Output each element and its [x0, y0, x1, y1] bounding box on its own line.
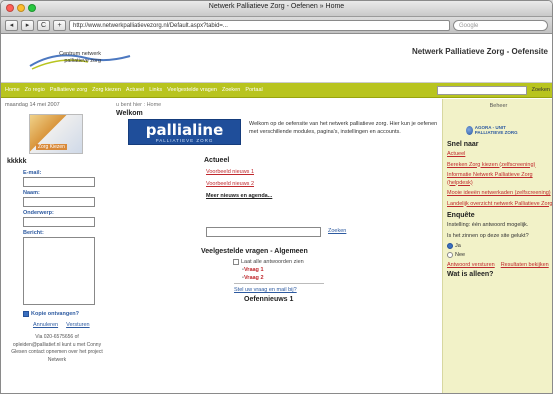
nav-zoeken[interactable]: Zoeken: [222, 87, 240, 93]
agora-mark-icon: [466, 125, 473, 135]
agora-logo[interactable]: AGORA - UNIT PALLIATIEVE ZORG: [466, 123, 531, 137]
quick-link-netwerk-info[interactable]: Informatie Netwerk Palliatieve Zorg (hel…: [443, 169, 552, 187]
nav-search-input[interactable]: [436, 85, 527, 95]
faq-more-link[interactable]: Stel uw vraag en mail bij?: [234, 287, 297, 293]
subject-label: Onderwerp:: [23, 210, 54, 216]
send-button[interactable]: Versturen: [66, 322, 90, 328]
poll-option-nee[interactable]: Nee: [443, 249, 552, 258]
faq-divider: [234, 283, 324, 284]
nav-veelgestelde-vragen[interactable]: Veelgestelde vragen: [167, 87, 217, 93]
logo-text: Centrum netwerk palliatieve zorg: [59, 51, 101, 64]
more-news-link[interactable]: Meer nieuws en agenda...: [206, 193, 272, 199]
news-link-1[interactable]: Voorbeeld nieuws 1: [206, 169, 254, 175]
poll-option-nee-label: Nee: [455, 252, 466, 258]
copy-label: Kopie ontvangen?: [31, 311, 79, 317]
faq-item-2[interactable]: Vraag 2: [242, 275, 264, 281]
add-bookmark-button[interactable]: +: [53, 19, 66, 31]
nav-links[interactable]: Links: [149, 87, 162, 93]
zorg-kiezen-label: Zorg Kiezen: [36, 144, 67, 150]
content-search-input[interactable]: [206, 227, 321, 237]
banner-word: pallialine: [145, 121, 224, 139]
right-column: Beheer AGORA - UNIT PALLIATIEVE ZORG Sne…: [442, 99, 552, 393]
email-label: E-mail:: [23, 170, 42, 176]
poll-radio-ja[interactable]: [447, 243, 453, 249]
news-link-2[interactable]: Voorbeeld nieuws 2: [206, 181, 254, 187]
nav-portaal[interactable]: Portaal: [245, 87, 262, 93]
message-field[interactable]: [23, 237, 95, 305]
name-label: Naam:: [23, 190, 40, 196]
cancel-button[interactable]: Annuleren: [33, 322, 58, 328]
title-bar: Netwerk Palliatieve Zorg - Oefenen » Hom…: [1, 1, 552, 17]
browser-toolbar: ◂ ▸ C + http://www.netwerkpalliatievezor…: [1, 17, 552, 34]
poll-submit-link[interactable]: Antwoord versturen: [447, 262, 495, 269]
name-field[interactable]: [23, 197, 95, 207]
faq-show-all[interactable]: Laat alle antwoorden zien: [233, 259, 304, 265]
nav-search-button[interactable]: Zoeken: [532, 87, 550, 93]
pallialine-banner[interactable]: pallialine PALLIATIEVE ZORG: [128, 119, 241, 145]
contact-footnote: Via 020-6575656 of opleiden@palliatief.n…: [11, 334, 103, 363]
google-search-field[interactable]: Google: [453, 19, 548, 31]
main-content: u bent hier : Home Welkom pallialine PAL…: [116, 99, 438, 393]
page-title: Welkom: [116, 110, 143, 117]
poll-option-ja[interactable]: Ja: [443, 240, 552, 249]
nav-home[interactable]: Home: [5, 87, 20, 93]
message-label: Bericht:: [23, 230, 44, 236]
nav-zo-regio[interactable]: Zo regio: [25, 87, 45, 93]
nav-palliatieve-zorg[interactable]: Palliatieve zorg: [50, 87, 87, 93]
beheer-link[interactable]: Beheer: [443, 99, 552, 109]
quick-link-zorg-kiezen[interactable]: Bereken Zorg kiezen (zelfscreening): [443, 159, 552, 170]
quick-link-actueel[interactable]: Actueel: [443, 148, 552, 159]
contact-section-title: kkkkk: [7, 158, 27, 165]
faq-heading: Veelgestelde vragen - Algemeen: [201, 248, 308, 255]
actueel-heading: Actueel: [204, 157, 230, 164]
main-navigation: Home Zo regio Palliatieve zorg Zorg kiez…: [1, 83, 552, 98]
forward-button[interactable]: ▸: [21, 19, 34, 31]
site-header: Centrum netwerk palliatieve zorg Netwerk…: [1, 35, 552, 83]
form-buttons: Annuleren Versturen: [1, 317, 109, 328]
web-page: Centrum netwerk palliatieve zorg Netwerk…: [1, 35, 552, 393]
nav-zorg-kiezen[interactable]: Zorg kiezen: [92, 87, 121, 93]
right-last-heading: Wat is alleen?: [447, 271, 494, 278]
oefennieuws-heading: Oefennieuws 1: [244, 296, 294, 303]
left-column: maandag 14 mei 2007 Zorg Kiezen kkkkk E-…: [1, 99, 109, 393]
zorg-kiezen-image[interactable]: Zorg Kiezen: [29, 114, 83, 154]
poll-radio-nee[interactable]: [447, 252, 453, 258]
intro-text: Welkom op de oefensite van het netwerk p…: [249, 121, 438, 135]
content-search-button[interactable]: Zoeken: [328, 228, 346, 234]
poll-instruction: Instelling: één antwoord mogelijk.: [447, 222, 529, 228]
poll-heading: Enquête: [447, 212, 475, 219]
quick-link-landelijk[interactable]: Landelijk overzicht netwerk Palliatieve …: [443, 198, 552, 209]
poll-option-ja-label: Ja: [455, 243, 461, 249]
breadcrumb: u bent hier : Home: [116, 102, 162, 108]
snel-naar-heading: Snel naar: [447, 141, 479, 148]
faq-show-all-checkbox[interactable]: [233, 259, 239, 265]
back-button[interactable]: ◂: [5, 19, 18, 31]
subject-field[interactable]: [23, 217, 95, 227]
banner-subtitle: PALLIATIEVE ZORG: [155, 138, 214, 143]
faq-show-all-label: Laat alle antwoorden zien: [241, 259, 304, 265]
poll-results-link[interactable]: Resultaten bekijken: [501, 262, 549, 269]
current-date: maandag 14 mei 2007: [5, 102, 60, 108]
address-bar[interactable]: http://www.netwerkpalliatievezorg.nl/Def…: [69, 19, 450, 31]
reload-button[interactable]: C: [37, 19, 50, 31]
site-title: Netwerk Palliatieve Zorg - Oefensite: [411, 47, 548, 56]
email-field[interactable]: [23, 177, 95, 187]
quick-link-ideeen[interactable]: Mooie ideeën netwerkaden (zelfscreening): [443, 187, 552, 198]
copy-checkbox[interactable]: [23, 311, 29, 317]
poll-question: Is het zinnen op deze site gelukt?: [447, 232, 529, 239]
poll-buttons: Antwoord versturen Resultaten bekijken: [443, 258, 552, 269]
agora-text: AGORA - UNIT PALLIATIEVE ZORG: [474, 125, 518, 135]
nav-actueel[interactable]: Actueel: [126, 87, 144, 93]
browser-window: Netwerk Palliatieve Zorg - Oefenen » Hom…: [0, 0, 553, 394]
faq-item-1[interactable]: Vraag 1: [242, 267, 264, 273]
window-title: Netwerk Palliatieve Zorg - Oefenen » Hom…: [208, 3, 345, 10]
